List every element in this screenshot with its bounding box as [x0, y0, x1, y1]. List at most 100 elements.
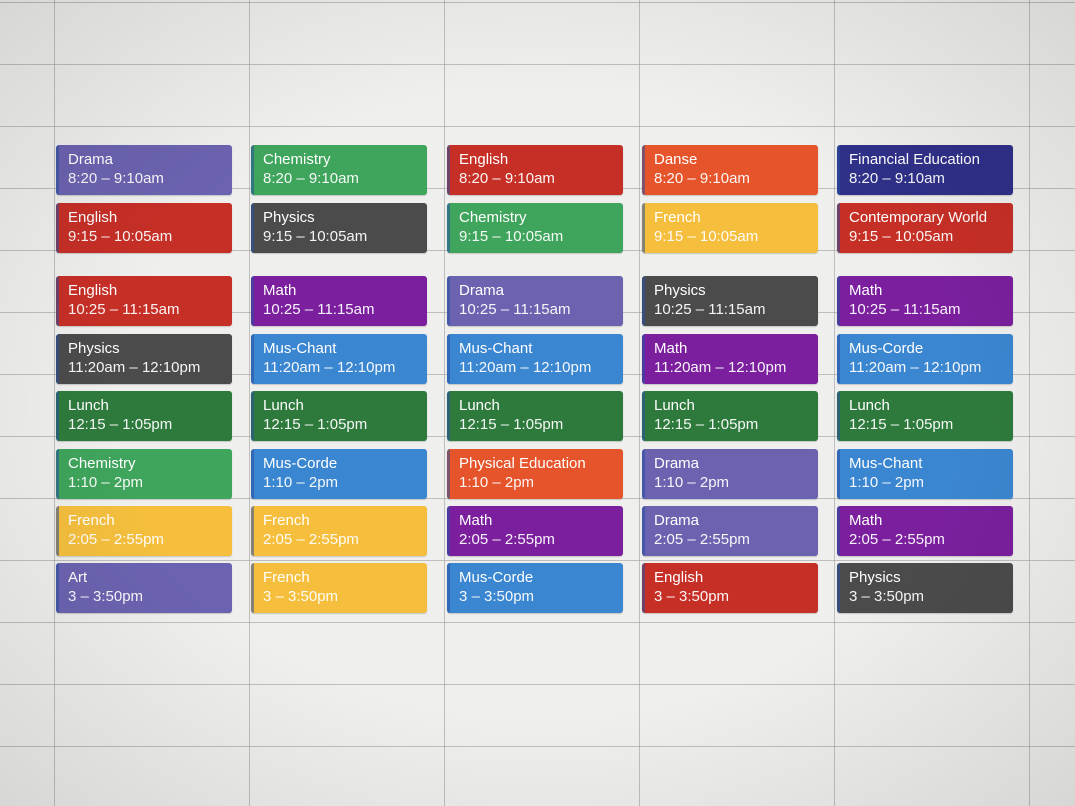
calendar-event[interactable]: Lunch 12:15 – 1:05pm — [642, 391, 818, 441]
event-title: Drama — [654, 512, 700, 529]
calendar-event[interactable]: Math 11:20am – 12:10pm — [642, 334, 818, 384]
calendar-event[interactable]: Drama 8:20 – 9:10am — [56, 145, 232, 195]
event-title: English — [654, 569, 704, 586]
event-title: Lunch — [849, 397, 890, 414]
event-time: 11:20am – 12:10pm — [849, 359, 982, 376]
event-title: Art — [68, 569, 88, 586]
event-title: Math — [459, 512, 493, 529]
event-title: Lunch — [68, 397, 109, 414]
event-time: 3 – 3:50pm — [654, 588, 730, 605]
event-time: 1:10 – 2pm — [68, 474, 144, 491]
event-title: Physics — [654, 282, 706, 299]
calendar-event[interactable]: Lunch 12:15 – 1:05pm — [447, 391, 623, 441]
event-title: Lunch — [263, 397, 304, 414]
calendar-event[interactable]: Danse 8:20 – 9:10am — [642, 145, 818, 195]
calendar-event[interactable]: Lunch 12:15 – 1:05pm — [251, 391, 427, 441]
event-time: 12:15 – 1:05pm — [68, 416, 173, 433]
calendar-event[interactable]: Physics 11:20am – 12:10pm — [56, 334, 232, 384]
calendar-event[interactable]: Physical Education 1:10 – 2pm — [447, 449, 623, 499]
calendar-event[interactable]: Drama 10:25 – 11:15am — [447, 276, 623, 326]
event-title: French — [654, 209, 701, 226]
event-title: Math — [654, 340, 688, 357]
calendar-event[interactable]: Mus-Corde 1:10 – 2pm — [251, 449, 427, 499]
calendar-event[interactable]: Mus-Chant 1:10 – 2pm — [837, 449, 1013, 499]
event-time: 3 – 3:50pm — [459, 588, 535, 605]
event-time: 8:20 – 9:10am — [68, 170, 164, 187]
calendar-event[interactable]: Physics 10:25 – 11:15am — [642, 276, 818, 326]
event-time: 9:15 – 10:05am — [263, 228, 368, 245]
event-time: 9:15 – 10:05am — [68, 228, 173, 245]
event-title: Math — [849, 282, 883, 299]
calendar-event[interactable]: English 10:25 – 11:15am — [56, 276, 232, 326]
event-time: 12:15 – 1:05pm — [849, 416, 954, 433]
event-title: Chemistry — [459, 209, 527, 226]
calendar-event[interactable]: Mus-Chant 11:20am – 12:10pm — [447, 334, 623, 384]
event-title: Math — [263, 282, 297, 299]
event-time: 8:20 – 9:10am — [263, 170, 359, 187]
calendar-event[interactable]: French 2:05 – 2:55pm — [56, 506, 232, 556]
event-title: French — [68, 512, 115, 529]
event-time: 1:10 – 2pm — [459, 474, 535, 491]
event-title: Mus-Chant — [849, 455, 923, 472]
event-time: 11:20am – 12:10pm — [263, 359, 396, 376]
event-title: Mus-Chant — [263, 340, 337, 357]
calendar-event[interactable]: Lunch 12:15 – 1:05pm — [56, 391, 232, 441]
event-title: Drama — [68, 151, 114, 168]
calendar-event[interactable]: Math 2:05 – 2:55pm — [447, 506, 623, 556]
calendar-event[interactable]: Drama 1:10 – 2pm — [642, 449, 818, 499]
calendar-event[interactable]: Mus-Chant 11:20am – 12:10pm — [251, 334, 427, 384]
calendar-event[interactable]: Physics 3 – 3:50pm — [837, 563, 1013, 613]
calendar-event[interactable]: Math 10:25 – 11:15am — [837, 276, 1013, 326]
event-time: 1:10 – 2pm — [263, 474, 339, 491]
event-title: Mus-Corde — [263, 455, 338, 472]
calendar-event[interactable]: English 8:20 – 9:10am — [447, 145, 623, 195]
event-time: 11:20am – 12:10pm — [459, 359, 592, 376]
calendar-event[interactable]: English 3 – 3:50pm — [642, 563, 818, 613]
event-title: Physical Education — [459, 455, 586, 472]
calendar-event[interactable]: Math 10:25 – 11:15am — [251, 276, 427, 326]
event-time: 2:05 – 2:55pm — [654, 531, 750, 548]
event-title: French — [263, 512, 310, 529]
calendar-event[interactable]: Art 3 – 3:50pm — [56, 563, 232, 613]
calendar-event[interactable]: Drama 2:05 – 2:55pm — [642, 506, 818, 556]
calendar-event[interactable]: Physics 9:15 – 10:05am — [251, 203, 427, 253]
event-time: 12:15 – 1:05pm — [263, 416, 368, 433]
event-time: 2:05 – 2:55pm — [68, 531, 164, 548]
event-time: 3 – 3:50pm — [263, 588, 339, 605]
calendar-event[interactable]: Mus-Corde 3 – 3:50pm — [447, 563, 623, 613]
calendar-event[interactable]: French 2:05 – 2:55pm — [251, 506, 427, 556]
calendar-event[interactable]: Contemporary World 9:15 – 10:05am — [837, 203, 1013, 253]
event-time: 1:10 – 2pm — [654, 474, 730, 491]
event-time: 12:15 – 1:05pm — [459, 416, 564, 433]
calendar-event[interactable]: Chemistry 9:15 – 10:05am — [447, 203, 623, 253]
event-title: Physics — [68, 340, 120, 357]
calendar-event[interactable]: Financial Education 8:20 – 9:10am — [837, 145, 1013, 195]
event-title: Mus-Corde — [459, 569, 534, 586]
event-time: 9:15 – 10:05am — [459, 228, 564, 245]
event-time: 2:05 – 2:55pm — [459, 531, 555, 548]
calendar-event[interactable]: Mus-Corde 11:20am – 12:10pm — [837, 334, 1013, 384]
event-time: 8:20 – 9:10am — [849, 170, 945, 187]
event-title: French — [263, 569, 310, 586]
event-time: 10:25 – 11:15am — [459, 301, 571, 318]
event-title: Physics — [263, 209, 315, 226]
event-title: Mus-Corde — [849, 340, 924, 357]
calendar-event[interactable]: French 9:15 – 10:05am — [642, 203, 818, 253]
calendar-event[interactable]: Lunch 12:15 – 1:05pm — [837, 391, 1013, 441]
event-title: Financial Education — [849, 151, 980, 168]
event-title: Drama — [654, 455, 700, 472]
calendar-event[interactable]: Math 2:05 – 2:55pm — [837, 506, 1013, 556]
calendar-event[interactable]: Chemistry 1:10 – 2pm — [56, 449, 232, 499]
event-time: 9:15 – 10:05am — [849, 228, 954, 245]
event-time: 9:15 – 10:05am — [654, 228, 759, 245]
event-title: Chemistry — [68, 455, 136, 472]
calendar-event[interactable]: Chemistry 8:20 – 9:10am — [251, 145, 427, 195]
calendar-event[interactable]: French 3 – 3:50pm — [251, 563, 427, 613]
event-title: Physics — [849, 569, 901, 586]
event-title: Contemporary World — [849, 209, 988, 226]
event-title: Chemistry — [263, 151, 331, 168]
event-time: 11:20am – 12:10pm — [68, 359, 201, 376]
event-title: Lunch — [654, 397, 695, 414]
calendar-event[interactable]: English 9:15 – 10:05am — [56, 203, 232, 253]
event-time: 10:25 – 11:15am — [654, 301, 766, 318]
